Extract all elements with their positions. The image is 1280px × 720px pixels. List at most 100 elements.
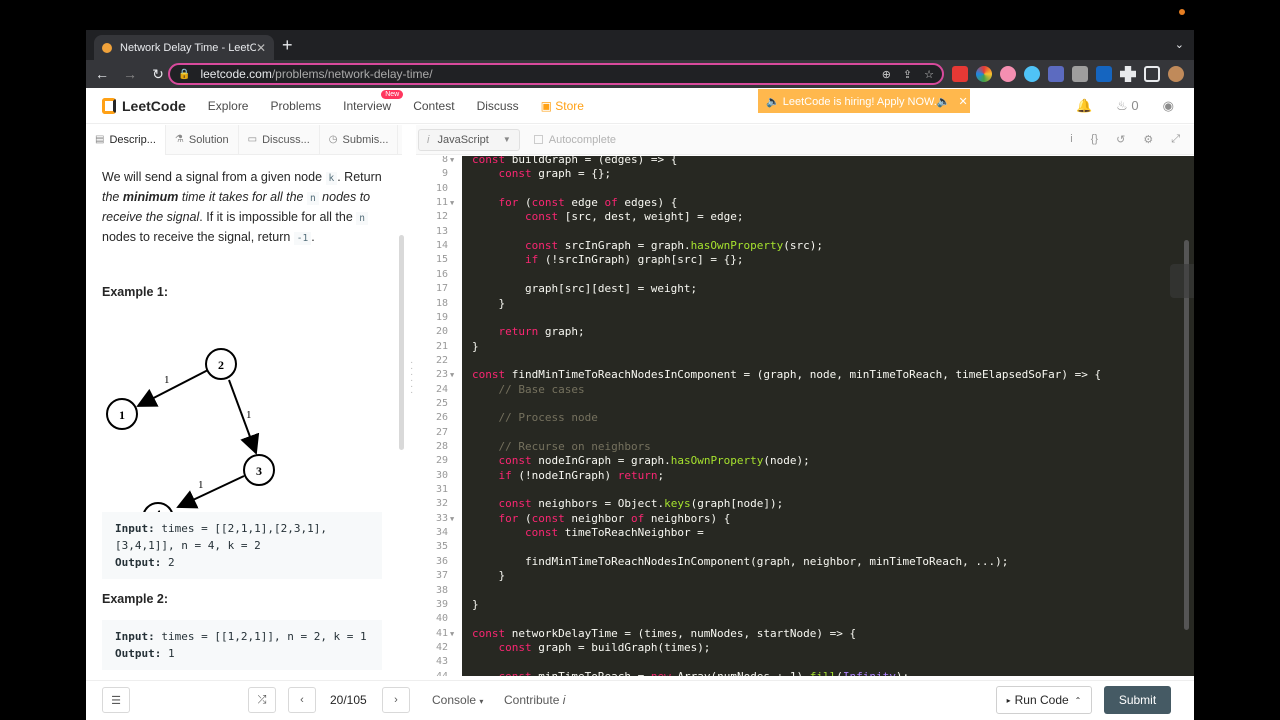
- fold-chevron-icon[interactable]: ▼: [450, 196, 454, 210]
- code-line[interactable]: 22: [416, 354, 1194, 368]
- autocomplete-checkbox[interactable]: [533, 135, 543, 144]
- code-line[interactable]: 10: [416, 182, 1194, 196]
- tab-submissions[interactable]: ◷ Submis...: [320, 124, 399, 155]
- code-line[interactable]: 43: [416, 655, 1194, 669]
- code-line[interactable]: 29 const nodeInGraph = graph.hasOwnPrope…: [416, 454, 1194, 468]
- tab-solution[interactable]: ⚗ Solution: [166, 124, 239, 155]
- browser-menu-icon[interactable]: ⋮: [1192, 66, 1194, 82]
- nav-contest[interactable]: Contest: [413, 99, 454, 113]
- braces-icon[interactable]: {}: [1091, 133, 1098, 146]
- code-line[interactable]: 35: [416, 540, 1194, 554]
- shuffle-button[interactable]: ⤮: [248, 687, 276, 713]
- tab-search-icon[interactable]: ⌄: [1175, 38, 1184, 51]
- code-line[interactable]: 28 // Recurse on neighbors: [416, 440, 1194, 454]
- code-line[interactable]: 32 const neighbors = Object.keys(graph[n…: [416, 497, 1194, 511]
- streak-counter[interactable]: ♨ 0: [1116, 98, 1139, 114]
- code-line[interactable]: 39}: [416, 598, 1194, 612]
- extension-grey-icon[interactable]: [1072, 66, 1088, 82]
- address-bar[interactable]: 🔒 leetcode.com /problems/network-delay-t…: [168, 63, 944, 85]
- notification-bell-icon[interactable]: 🔔: [1076, 98, 1092, 114]
- extension-blue-icon[interactable]: [1048, 66, 1064, 82]
- editor-scrollbar[interactable]: [1184, 240, 1189, 630]
- prev-problem-button[interactable]: ‹: [288, 687, 316, 713]
- code-line[interactable]: 44 const minTimeToReach = new Array(numN…: [416, 670, 1194, 676]
- nav-explore[interactable]: Explore: [208, 99, 249, 113]
- new-tab-button[interactable]: +: [282, 35, 293, 56]
- code-line[interactable]: 11 ▼ for (const edge of edges) {: [416, 196, 1194, 210]
- language-select[interactable]: i JavaScript ▼: [418, 128, 520, 151]
- extension-red-icon[interactable]: [952, 66, 968, 82]
- code-line[interactable]: 24 // Base cases: [416, 383, 1194, 397]
- next-problem-button[interactable]: ›: [382, 687, 410, 713]
- react-devtools-icon[interactable]: [1024, 66, 1040, 82]
- code-line[interactable]: 20 return graph;: [416, 325, 1194, 339]
- fullscreen-icon[interactable]: ⤢: [1171, 133, 1180, 146]
- fold-chevron-icon[interactable]: ▼: [450, 368, 454, 382]
- code-line[interactable]: 14 const srcInGraph = graph.hasOwnProper…: [416, 239, 1194, 253]
- code-line[interactable]: 17 graph[src][dest] = weight;: [416, 282, 1194, 296]
- bookmark-star-icon[interactable]: ☆: [924, 68, 934, 81]
- code-line[interactable]: 12 const [src, dest, weight] = edge;: [416, 210, 1194, 224]
- code-line[interactable]: 30 if (!nodeInGraph) return;: [416, 469, 1194, 483]
- code-line[interactable]: 21}: [416, 340, 1194, 354]
- code-line[interactable]: 40: [416, 612, 1194, 626]
- nav-problems[interactable]: Problems: [270, 99, 321, 113]
- code-line[interactable]: 9 const graph = {};: [416, 167, 1194, 181]
- nav-interview[interactable]: Interview New: [343, 89, 404, 113]
- fold-chevron-icon[interactable]: ▼: [450, 156, 454, 167]
- code-line[interactable]: 8 ▼ const buildGraph = (edges) => {: [416, 156, 1194, 167]
- description-scrollbar[interactable]: [399, 235, 404, 450]
- fold-chevron-icon[interactable]: ▼: [450, 627, 454, 641]
- side-panel-icon[interactable]: [1144, 66, 1160, 82]
- side-widget[interactable]: [1170, 264, 1194, 298]
- code-line[interactable]: 23 ▼ const findMinTimeToReachNodesInCompon…: [416, 368, 1194, 382]
- hiring-close-icon[interactable]: ✕: [959, 95, 968, 108]
- autocomplete-toggle[interactable]: Autocomplete: [533, 134, 616, 146]
- code-line[interactable]: 15 if (!srcInGraph) graph[src] = {};: [416, 253, 1194, 267]
- code-line[interactable]: 34 const timeToReachNeighbor =: [416, 526, 1194, 540]
- extension-color-icon[interactable]: [976, 66, 992, 82]
- code-line[interactable]: 42 const graph = buildGraph(times);: [416, 641, 1194, 655]
- leetcode-logo[interactable]: LeetCode: [102, 97, 186, 114]
- zoom-icon[interactable]: ⊕: [882, 68, 891, 81]
- share-icon[interactable]: ⇪: [903, 68, 912, 81]
- extension-dark-blue-icon[interactable]: [1096, 66, 1112, 82]
- submit-button[interactable]: Submit: [1104, 686, 1171, 714]
- tab-close-icon[interactable]: ✕: [256, 41, 266, 55]
- hiring-banner[interactable]: 🔈 LeetCode is hiring! Apply NOW.🔈 ✕: [758, 89, 970, 113]
- profile-avatar[interactable]: [1168, 66, 1184, 82]
- settings-gear-icon[interactable]: ⚙: [1143, 133, 1153, 146]
- contribute-button[interactable]: Contribute i: [504, 693, 565, 707]
- nav-discuss[interactable]: Discuss: [477, 99, 519, 113]
- extensions-puzzle-icon[interactable]: [1120, 66, 1136, 82]
- code-line[interactable]: 27: [416, 426, 1194, 440]
- pane-resize-handle[interactable]: · · · · · ·: [410, 358, 413, 398]
- tab-description[interactable]: ▤ Descrip...: [86, 124, 166, 155]
- code-line[interactable]: 16: [416, 268, 1194, 282]
- code-line[interactable]: 19: [416, 311, 1194, 325]
- code-line[interactable]: 26 // Process node: [416, 411, 1194, 425]
- nav-store[interactable]: ▣ Store: [541, 99, 584, 113]
- code-line[interactable]: 38: [416, 584, 1194, 598]
- code-line[interactable]: 36 findMinTimeToReachNodesInComponent(gr…: [416, 555, 1194, 569]
- forward-icon[interactable]: →: [118, 66, 142, 82]
- code-line[interactable]: 31: [416, 483, 1194, 497]
- user-avatar-icon[interactable]: ◉: [1163, 98, 1174, 114]
- reload-icon[interactable]: ↻: [146, 66, 170, 83]
- code-line[interactable]: 13: [416, 225, 1194, 239]
- code-editor[interactable]: 8 ▼ const buildGraph = (edges) => {9 const…: [416, 156, 1194, 676]
- browser-tab[interactable]: Network Delay Time - LeetCode ✕: [94, 35, 274, 60]
- code-line[interactable]: 41 ▼ const networkDelayTime = (times, numN…: [416, 627, 1194, 641]
- back-icon[interactable]: ←: [90, 66, 114, 82]
- code-line[interactable]: 37 }: [416, 569, 1194, 583]
- console-button[interactable]: Console ▾: [432, 693, 483, 707]
- extension-pink-icon[interactable]: [1000, 66, 1016, 82]
- tab-discuss[interactable]: ▭ Discuss...: [239, 124, 320, 155]
- reset-icon[interactable]: ↺: [1116, 133, 1125, 146]
- code-line[interactable]: 18 }: [416, 297, 1194, 311]
- code-line[interactable]: 25: [416, 397, 1194, 411]
- problem-list-button[interactable]: ☰: [102, 687, 130, 713]
- code-line[interactable]: 33 ▼ for (const neighbor of neighbors) {: [416, 512, 1194, 526]
- info-icon[interactable]: i: [1070, 133, 1072, 146]
- fold-chevron-icon[interactable]: ▼: [450, 512, 454, 526]
